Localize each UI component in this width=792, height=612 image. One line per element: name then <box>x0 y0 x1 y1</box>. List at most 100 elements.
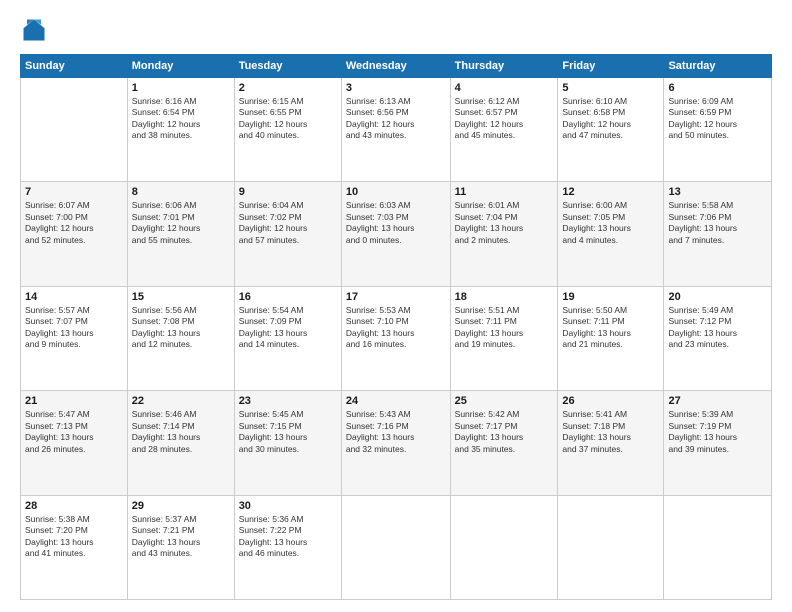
cell-content: 13 Sunrise: 5:58 AM Sunset: 7:06 PM Dayli… <box>668 186 767 246</box>
day-number: 16 <box>239 291 337 303</box>
weekday-saturday: Saturday <box>664 55 772 78</box>
cell-content: 9 Sunrise: 6:04 AM Sunset: 7:02 PM Daylig… <box>239 186 337 246</box>
calendar-cell: 22Sunrise: 5:46 AM Sunset: 7:14 PM Dayli… <box>127 391 234 495</box>
calendar-cell: 26Sunrise: 5:41 AM Sunset: 7:18 PM Dayli… <box>558 391 664 495</box>
cell-content: 30 Sunrise: 5:36 AM Sunset: 7:22 PM Dayli… <box>239 500 337 560</box>
cell-info: Sunrise: 5:49 AM Sunset: 7:12 PM Dayligh… <box>668 305 767 351</box>
cell-content: 23 Sunrise: 5:45 AM Sunset: 7:15 PM Dayli… <box>239 395 337 455</box>
cell-info: Sunrise: 6:07 AM Sunset: 7:00 PM Dayligh… <box>25 200 123 246</box>
weekday-monday: Monday <box>127 55 234 78</box>
cell-content: 21 Sunrise: 5:47 AM Sunset: 7:13 PM Dayli… <box>25 395 123 455</box>
cell-content: 18Sunrise: 5:51 AM Sunset: 7:11 PM Dayli… <box>455 291 554 351</box>
calendar-cell: 15Sunrise: 5:56 AM Sunset: 7:08 PM Dayli… <box>127 286 234 390</box>
calendar-cell: 28Sunrise: 5:38 AM Sunset: 7:20 PM Dayli… <box>21 495 128 599</box>
day-number: 2 <box>239 82 337 94</box>
calendar-cell <box>558 495 664 599</box>
cell-content: 10Sunrise: 6:03 AM Sunset: 7:03 PM Dayli… <box>346 186 446 246</box>
calendar-cell: 9 Sunrise: 6:04 AM Sunset: 7:02 PM Daylig… <box>234 182 341 286</box>
cell-info: Sunrise: 5:50 AM Sunset: 7:11 PM Dayligh… <box>562 305 659 351</box>
cell-info: Sunrise: 6:16 AM Sunset: 6:54 PM Dayligh… <box>132 96 230 142</box>
calendar-table: SundayMondayTuesdayWednesdayThursdayFrid… <box>20 54 772 600</box>
page: SundayMondayTuesdayWednesdayThursdayFrid… <box>0 0 792 612</box>
cell-info: Sunrise: 5:36 AM Sunset: 7:22 PM Dayligh… <box>239 514 337 560</box>
cell-info: Sunrise: 5:46 AM Sunset: 7:14 PM Dayligh… <box>132 409 230 455</box>
day-number: 29 <box>132 500 230 512</box>
cell-info: Sunrise: 6:06 AM Sunset: 7:01 PM Dayligh… <box>132 200 230 246</box>
cell-content: 7 Sunrise: 6:07 AM Sunset: 7:00 PM Daylig… <box>25 186 123 246</box>
day-number: 13 <box>668 186 767 198</box>
calendar-cell: 20 Sunrise: 5:49 AM Sunset: 7:12 PM Dayli… <box>664 286 772 390</box>
calendar-cell: 18Sunrise: 5:51 AM Sunset: 7:11 PM Dayli… <box>450 286 558 390</box>
day-number: 25 <box>455 395 554 407</box>
weekday-thursday: Thursday <box>450 55 558 78</box>
day-number: 26 <box>562 395 659 407</box>
calendar-cell: 5 Sunrise: 6:10 AM Sunset: 6:58 PM Daylig… <box>558 78 664 182</box>
day-number: 30 <box>239 500 337 512</box>
cell-info: Sunrise: 5:53 AM Sunset: 7:10 PM Dayligh… <box>346 305 446 351</box>
weekday-header-row: SundayMondayTuesdayWednesdayThursdayFrid… <box>21 55 772 78</box>
day-number: 9 <box>239 186 337 198</box>
cell-info: Sunrise: 6:15 AM Sunset: 6:55 PM Dayligh… <box>239 96 337 142</box>
cell-content: 4Sunrise: 6:12 AM Sunset: 6:57 PM Daylig… <box>455 82 554 142</box>
cell-content: 15Sunrise: 5:56 AM Sunset: 7:08 PM Dayli… <box>132 291 230 351</box>
calendar-cell: 16Sunrise: 5:54 AM Sunset: 7:09 PM Dayli… <box>234 286 341 390</box>
cell-content: 14 Sunrise: 5:57 AM Sunset: 7:07 PM Dayli… <box>25 291 123 351</box>
day-number: 14 <box>25 291 123 303</box>
cell-info: Sunrise: 5:47 AM Sunset: 7:13 PM Dayligh… <box>25 409 123 455</box>
cell-info: Sunrise: 5:39 AM Sunset: 7:19 PM Dayligh… <box>668 409 767 455</box>
cell-info: Sunrise: 6:10 AM Sunset: 6:58 PM Dayligh… <box>562 96 659 142</box>
cell-info: Sunrise: 5:58 AM Sunset: 7:06 PM Dayligh… <box>668 200 767 246</box>
calendar-cell <box>450 495 558 599</box>
weekday-friday: Friday <box>558 55 664 78</box>
cell-info: Sunrise: 6:01 AM Sunset: 7:04 PM Dayligh… <box>455 200 554 246</box>
cell-info: Sunrise: 6:04 AM Sunset: 7:02 PM Dayligh… <box>239 200 337 246</box>
week-row-5: 28Sunrise: 5:38 AM Sunset: 7:20 PM Dayli… <box>21 495 772 599</box>
day-number: 19 <box>562 291 659 303</box>
cell-info: Sunrise: 5:43 AM Sunset: 7:16 PM Dayligh… <box>346 409 446 455</box>
calendar-cell: 29Sunrise: 5:37 AM Sunset: 7:21 PM Dayli… <box>127 495 234 599</box>
day-number: 20 <box>668 291 767 303</box>
calendar-cell: 30 Sunrise: 5:36 AM Sunset: 7:22 PM Dayli… <box>234 495 341 599</box>
calendar-cell <box>664 495 772 599</box>
cell-content: 19 Sunrise: 5:50 AM Sunset: 7:11 PM Dayli… <box>562 291 659 351</box>
day-number: 23 <box>239 395 337 407</box>
cell-info: Sunrise: 5:45 AM Sunset: 7:15 PM Dayligh… <box>239 409 337 455</box>
cell-info: Sunrise: 6:13 AM Sunset: 6:56 PM Dayligh… <box>346 96 446 142</box>
calendar-cell: 12Sunrise: 6:00 AM Sunset: 7:05 PM Dayli… <box>558 182 664 286</box>
cell-content: 11Sunrise: 6:01 AM Sunset: 7:04 PM Dayli… <box>455 186 554 246</box>
week-row-2: 7 Sunrise: 6:07 AM Sunset: 7:00 PM Daylig… <box>21 182 772 286</box>
day-number: 4 <box>455 82 554 94</box>
cell-content: 27 Sunrise: 5:39 AM Sunset: 7:19 PM Dayli… <box>668 395 767 455</box>
cell-info: Sunrise: 5:42 AM Sunset: 7:17 PM Dayligh… <box>455 409 554 455</box>
day-number: 7 <box>25 186 123 198</box>
calendar-cell: 23 Sunrise: 5:45 AM Sunset: 7:15 PM Dayli… <box>234 391 341 495</box>
cell-content: 28Sunrise: 5:38 AM Sunset: 7:20 PM Dayli… <box>25 500 123 560</box>
calendar-cell: 25 Sunrise: 5:42 AM Sunset: 7:17 PM Dayli… <box>450 391 558 495</box>
day-number: 24 <box>346 395 446 407</box>
calendar-cell: 4Sunrise: 6:12 AM Sunset: 6:57 PM Daylig… <box>450 78 558 182</box>
calendar-cell <box>341 495 450 599</box>
cell-info: Sunrise: 5:57 AM Sunset: 7:07 PM Dayligh… <box>25 305 123 351</box>
week-row-1: 1 Sunrise: 6:16 AM Sunset: 6:54 PM Daylig… <box>21 78 772 182</box>
day-number: 1 <box>132 82 230 94</box>
calendar-cell: 8 Sunrise: 6:06 AM Sunset: 7:01 PM Daylig… <box>127 182 234 286</box>
cell-content: 1 Sunrise: 6:16 AM Sunset: 6:54 PM Daylig… <box>132 82 230 142</box>
cell-info: Sunrise: 5:56 AM Sunset: 7:08 PM Dayligh… <box>132 305 230 351</box>
weekday-wednesday: Wednesday <box>341 55 450 78</box>
day-number: 6 <box>668 82 767 94</box>
cell-content: 5 Sunrise: 6:10 AM Sunset: 6:58 PM Daylig… <box>562 82 659 142</box>
day-number: 27 <box>668 395 767 407</box>
cell-content: 29Sunrise: 5:37 AM Sunset: 7:21 PM Dayli… <box>132 500 230 560</box>
cell-content: 16Sunrise: 5:54 AM Sunset: 7:09 PM Dayli… <box>239 291 337 351</box>
week-row-3: 14 Sunrise: 5:57 AM Sunset: 7:07 PM Dayli… <box>21 286 772 390</box>
calendar-cell: 2 Sunrise: 6:15 AM Sunset: 6:55 PM Daylig… <box>234 78 341 182</box>
week-row-4: 21 Sunrise: 5:47 AM Sunset: 7:13 PM Dayli… <box>21 391 772 495</box>
day-number: 8 <box>132 186 230 198</box>
cell-content: 24 Sunrise: 5:43 AM Sunset: 7:16 PM Dayli… <box>346 395 446 455</box>
day-number: 5 <box>562 82 659 94</box>
header <box>20 16 772 44</box>
day-number: 10 <box>346 186 446 198</box>
day-number: 21 <box>25 395 123 407</box>
calendar-cell: 1 Sunrise: 6:16 AM Sunset: 6:54 PM Daylig… <box>127 78 234 182</box>
calendar-cell: 13 Sunrise: 5:58 AM Sunset: 7:06 PM Dayli… <box>664 182 772 286</box>
